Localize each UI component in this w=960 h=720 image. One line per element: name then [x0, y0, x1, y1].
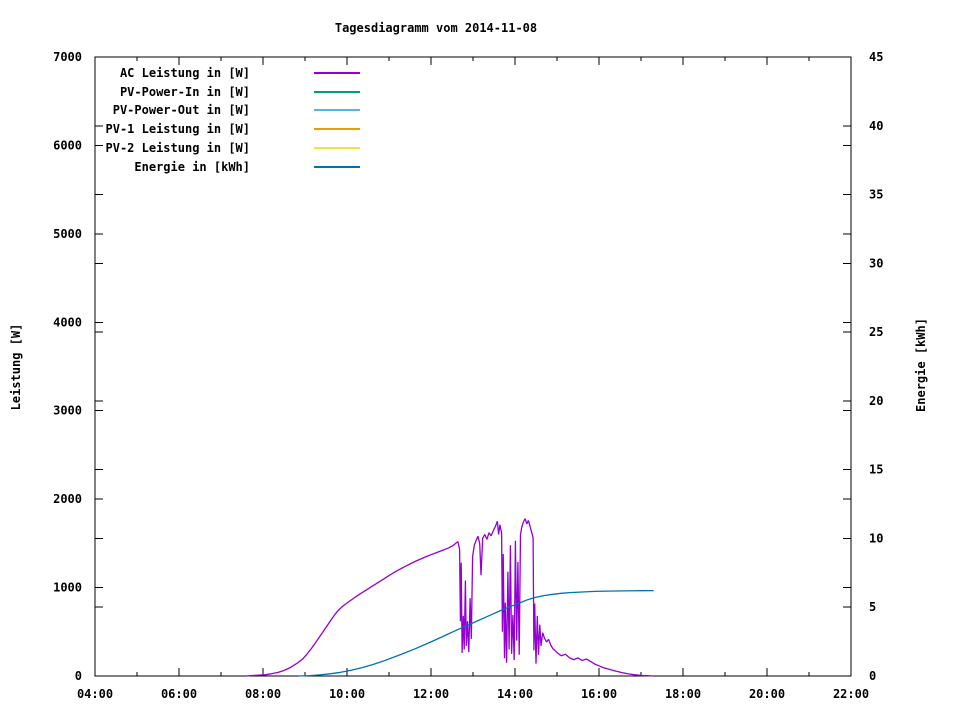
- series-ac-leistung-in-w-: [246, 519, 653, 676]
- y-right-tick-label: 45: [869, 50, 883, 64]
- y-left-tick-label: 0: [75, 669, 82, 683]
- y-right-tick-label: 10: [869, 531, 883, 545]
- legend-label: PV-Power-In in [W]: [0, 85, 250, 99]
- legend-label: Energie in [kWh]: [0, 160, 250, 174]
- y-right-tick-label: 5: [869, 600, 876, 614]
- y-right-tick-label: 40: [869, 119, 883, 133]
- y-left-tick-label: 5000: [53, 227, 82, 241]
- legend-item: PV-2 Leistung in [W]: [0, 141, 360, 155]
- legend-item: PV-Power-In in [W]: [0, 85, 360, 99]
- y-left-tick-label: 4000: [53, 315, 82, 329]
- y-right-tick-label: 0: [869, 669, 876, 683]
- y-right-tick-label: 20: [869, 394, 883, 408]
- legend-label: PV-1 Leistung in [W]: [0, 122, 250, 136]
- legend-line-sample: [314, 109, 360, 111]
- legend-item: PV-Power-Out in [W]: [0, 103, 360, 117]
- y-left-tick-label: 2000: [53, 492, 82, 506]
- x-tick-label: 08:00: [245, 687, 281, 701]
- x-tick-label: 18:00: [665, 687, 701, 701]
- x-tick-label: 04:00: [77, 687, 113, 701]
- y-right-tick-label: 35: [869, 188, 883, 202]
- legend-line-sample: [314, 128, 360, 130]
- y-right-tick-label: 15: [869, 463, 883, 477]
- y-left-tick-label: 3000: [53, 404, 82, 418]
- legend-label: PV-Power-Out in [W]: [0, 103, 250, 117]
- legend-line-sample: [314, 147, 360, 149]
- x-tick-label: 12:00: [413, 687, 449, 701]
- y-left-tick-label: 1000: [53, 581, 82, 595]
- series-energie-in-kwh-: [299, 591, 654, 676]
- y-left-tick-label: 7000: [53, 50, 82, 64]
- x-tick-label: 20:00: [749, 687, 785, 701]
- legend-label: AC Leistung in [W]: [0, 66, 250, 80]
- legend-label: PV-2 Leistung in [W]: [0, 141, 250, 155]
- chart-canvas: Tagesdiagramm vom 2014-11-08 Leistung [W…: [0, 0, 960, 720]
- y-right-tick-label: 25: [869, 325, 883, 339]
- legend-line-sample: [314, 72, 360, 74]
- y-right-tick-label: 30: [869, 256, 883, 270]
- legend-item: AC Leistung in [W]: [0, 66, 360, 80]
- x-tick-label: 14:00: [497, 687, 533, 701]
- legend-line-sample: [314, 91, 360, 93]
- x-tick-label: 22:00: [833, 687, 869, 701]
- legend-item: PV-1 Leistung in [W]: [0, 122, 360, 136]
- x-tick-label: 10:00: [329, 687, 365, 701]
- legend-line-sample: [314, 166, 360, 168]
- x-tick-label: 16:00: [581, 687, 617, 701]
- x-tick-label: 06:00: [161, 687, 197, 701]
- legend-item: Energie in [kWh]: [0, 160, 360, 174]
